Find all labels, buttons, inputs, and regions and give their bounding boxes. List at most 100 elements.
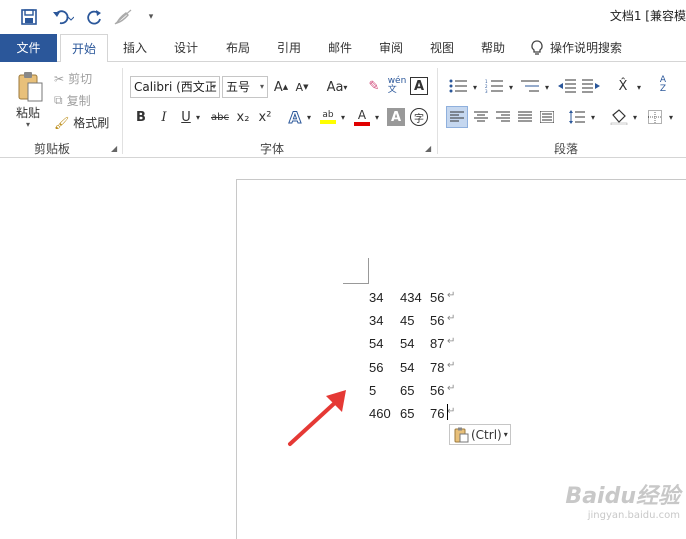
- bullets-icon[interactable]: [446, 76, 470, 96]
- chevron-down-icon[interactable]: ▾: [630, 108, 640, 126]
- customize-qat-icon[interactable]: ▾: [144, 7, 158, 27]
- paragraph-mark-icon: ↵: [447, 336, 455, 347]
- sort-icon[interactable]: AZ: [654, 74, 672, 96]
- font-size-combo[interactable]: 五号▾: [222, 76, 268, 98]
- clear-formatting-icon[interactable]: ✎: [364, 76, 384, 96]
- chevron-down-icon[interactable]: ▾: [372, 108, 382, 126]
- format-painter-icon[interactable]: [112, 7, 134, 27]
- save-icon[interactable]: [18, 7, 40, 27]
- enclose-characters-icon[interactable]: 字: [410, 108, 428, 126]
- copy-icon: ⧉: [54, 93, 63, 108]
- watermark-url: jingyan.baidu.com: [565, 510, 680, 521]
- tab-mailings[interactable]: 邮件: [320, 34, 360, 62]
- underline-icon[interactable]: U: [178, 108, 194, 126]
- chinese-layout-icon[interactable]: X̂: [612, 76, 634, 96]
- character-border-icon[interactable]: A: [410, 77, 428, 95]
- svg-text:3: 3: [485, 89, 488, 93]
- grow-font-icon[interactable]: A▲: [273, 78, 289, 96]
- strikethrough-icon[interactable]: abc: [208, 108, 232, 126]
- font-launcher-icon[interactable]: ◢: [425, 144, 431, 153]
- justify-icon[interactable]: [514, 106, 536, 128]
- tab-layout[interactable]: 布局: [218, 34, 258, 62]
- cut-button[interactable]: ✂剪切: [54, 70, 92, 87]
- format-painter-button[interactable]: 🖌格式刷: [54, 114, 109, 131]
- paste-options-label: (Ctrl): [471, 428, 502, 442]
- document-line[interactable]: 3443456↵: [369, 290, 469, 308]
- document-line[interactable]: 565478↵: [369, 360, 469, 378]
- paragraph-mark-icon: ↵: [447, 406, 455, 417]
- chevron-down-icon[interactable]: ▾: [304, 108, 314, 126]
- document-line[interactable]: 545487↵: [369, 336, 469, 354]
- paste-button[interactable]: 粘贴: [16, 104, 40, 121]
- chevron-down-icon[interactable]: ▾: [542, 78, 552, 96]
- chevron-down-icon[interactable]: ▾: [634, 78, 644, 96]
- watermark-brand: Baidu经验: [565, 478, 680, 510]
- document-cell: 76: [430, 406, 444, 421]
- document-cell: 45: [400, 313, 414, 328]
- borders-icon[interactable]: [644, 106, 666, 128]
- document-cell: 65: [400, 383, 414, 398]
- tab-home[interactable]: 开始: [60, 34, 108, 63]
- document-cell: 54: [369, 336, 383, 351]
- tab-help[interactable]: 帮助: [473, 34, 513, 62]
- font-name-combo[interactable]: Calibri (西文正▾: [130, 76, 220, 98]
- paste-options-button[interactable]: (Ctrl) ▾: [449, 424, 511, 445]
- undo-icon[interactable]: [50, 7, 76, 27]
- bold-icon[interactable]: B: [133, 108, 149, 126]
- tab-view[interactable]: 视图: [422, 34, 462, 62]
- paragraph-mark-icon: ↵: [447, 360, 455, 371]
- align-center-icon[interactable]: [470, 106, 492, 128]
- document-cell: 65: [400, 406, 414, 421]
- increase-indent-icon[interactable]: [580, 76, 602, 96]
- character-shading-icon[interactable]: A: [387, 108, 405, 126]
- change-case-icon[interactable]: Aa▾: [322, 78, 352, 96]
- chevron-down-icon[interactable]: ▾: [588, 108, 598, 126]
- chevron-down-icon[interactable]: ▾: [506, 78, 516, 96]
- tab-references[interactable]: 引用: [269, 34, 309, 62]
- document-cell: 54: [400, 336, 414, 351]
- redo-icon[interactable]: [84, 7, 104, 27]
- paragraph-mark-icon: ↵: [447, 290, 455, 301]
- decrease-indent-icon[interactable]: [556, 76, 578, 96]
- clipboard-launcher-icon[interactable]: ◢: [111, 144, 117, 153]
- document-line[interactable]: 344556↵: [369, 313, 469, 331]
- chevron-down-icon[interactable]: ▾: [193, 108, 203, 126]
- italic-icon[interactable]: I: [156, 108, 172, 126]
- clipboard-icon: [453, 427, 469, 443]
- copy-button[interactable]: ⧉复制: [54, 92, 91, 109]
- highlight-icon[interactable]: ab: [318, 106, 338, 128]
- tell-me-search[interactable]: 操作说明搜索: [530, 34, 640, 62]
- phonetic-guide-icon[interactable]: wén文: [387, 74, 407, 98]
- superscript-icon[interactable]: x²: [256, 108, 274, 126]
- tab-design[interactable]: 设计: [166, 34, 206, 62]
- text-effects-icon[interactable]: A: [285, 106, 305, 128]
- tell-me-label: 操作说明搜索: [550, 34, 622, 62]
- tab-file[interactable]: 文件: [0, 34, 57, 62]
- shrink-font-icon[interactable]: A▼: [294, 78, 310, 96]
- subscript-icon[interactable]: x₂: [234, 108, 252, 126]
- document-line[interactable]: 460 65 76↵: [369, 406, 469, 424]
- text-cursor: [447, 404, 448, 420]
- align-left-icon[interactable]: [446, 106, 468, 128]
- chevron-down-icon[interactable]: ▾: [470, 78, 480, 96]
- shading-icon[interactable]: [608, 106, 630, 128]
- align-right-icon[interactable]: [492, 106, 514, 128]
- tab-insert[interactable]: 插入: [115, 34, 155, 62]
- tab-review[interactable]: 审阅: [371, 34, 411, 62]
- font-color-icon[interactable]: A: [352, 106, 372, 128]
- title-bar: ▾ 文档1 [兼容模: [0, 0, 686, 34]
- document-line[interactable]: 56556↵: [369, 383, 469, 401]
- paste-dropdown-icon[interactable]: ▾: [26, 120, 30, 129]
- paragraph-group-label: 段落: [554, 140, 578, 157]
- document-cell: 34: [369, 313, 383, 328]
- paragraph-mark-icon: ↵: [447, 313, 455, 324]
- chevron-down-icon[interactable]: ▾: [666, 108, 676, 126]
- distributed-icon[interactable]: [536, 106, 558, 128]
- chevron-down-icon[interactable]: ▾: [338, 108, 348, 126]
- document-cell: 460: [369, 406, 391, 421]
- numbering-icon[interactable]: 123: [482, 76, 506, 96]
- line-spacing-icon[interactable]: [566, 106, 588, 128]
- multilevel-list-icon[interactable]: [518, 76, 542, 96]
- document-cell: 5: [369, 383, 376, 398]
- paste-icon[interactable]: [12, 70, 48, 104]
